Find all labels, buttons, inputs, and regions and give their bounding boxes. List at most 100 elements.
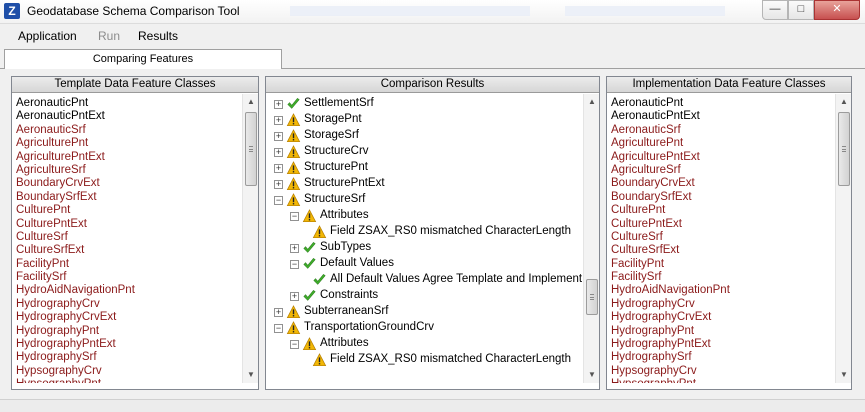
- list-item[interactable]: FacilitySrf: [611, 271, 835, 284]
- collapse-icon[interactable]: −: [290, 212, 299, 221]
- list-item[interactable]: HydrographyCrv: [16, 298, 242, 311]
- close-button[interactable]: ✕: [814, 0, 860, 20]
- template-list-box[interactable]: AeronauticPnt AeronauticPntExt AeronauticS…: [12, 94, 258, 389]
- list-item[interactable]: FacilityPnt: [611, 258, 835, 271]
- expand-icon[interactable]: +: [274, 132, 283, 141]
- list-item[interactable]: BoundaryCrvExt: [611, 177, 835, 190]
- list-item[interactable]: HydrographyCrv: [611, 298, 835, 311]
- list-item[interactable]: AgriculturePntExt: [16, 151, 242, 164]
- tree-node[interactable]: + StructurePnt: [272, 160, 582, 176]
- list-item[interactable]: AeronauticPnt: [611, 97, 835, 110]
- list-item[interactable]: AeronauticPntExt: [16, 110, 242, 123]
- implementation-list-box[interactable]: AeronauticPnt AeronauticPntExt AeronauticS…: [607, 94, 851, 389]
- expand-icon[interactable]: +: [274, 100, 283, 109]
- list-item[interactable]: AeronauticSrf: [16, 124, 242, 137]
- list-item[interactable]: AgricultureSrf: [16, 164, 242, 177]
- tree-node[interactable]: + StructurePntExt: [272, 176, 582, 192]
- scroll-up-arrow-icon[interactable]: ▲: [243, 94, 258, 110]
- list-item[interactable]: AgriculturePntExt: [611, 151, 835, 164]
- list-item[interactable]: CulturePnt: [16, 204, 242, 217]
- minimize-button[interactable]: —: [762, 0, 788, 20]
- list-item[interactable]: CulturePnt: [611, 204, 835, 217]
- list-item[interactable]: HydrographySrf: [611, 351, 835, 364]
- list-item[interactable]: BoundarySrfExt: [16, 191, 242, 204]
- expand-icon[interactable]: +: [274, 116, 283, 125]
- comparison-results-tree[interactable]: + SettlementSrf + StoragePnt + StorageSrf + Str…: [272, 96, 582, 383]
- scroll-down-arrow-icon[interactable]: ▼: [584, 367, 599, 383]
- list-item[interactable]: CultureSrfExt: [611, 244, 835, 257]
- tree-node[interactable]: All Default Values Agree Template and Im…: [272, 272, 582, 288]
- expand-icon[interactable]: +: [290, 244, 299, 253]
- tree-node[interactable]: + StructureCrv: [272, 144, 582, 160]
- list-item[interactable]: AeronauticSrf: [611, 124, 835, 137]
- comparison-tree-box[interactable]: + SettlementSrf + StoragePnt + StorageSrf + Str…: [266, 94, 599, 389]
- expand-icon[interactable]: +: [274, 164, 283, 173]
- list-item[interactable]: AeronauticPntExt: [611, 110, 835, 123]
- list-item[interactable]: BoundarySrfExt: [611, 191, 835, 204]
- expand-icon[interactable]: +: [290, 292, 299, 301]
- list-item[interactable]: BoundaryCrvExt: [16, 177, 242, 190]
- tree-node[interactable]: + Constraints: [272, 288, 582, 304]
- collapse-icon[interactable]: −: [290, 260, 299, 269]
- template-scrollbar[interactable]: ▲ ▼: [242, 94, 258, 383]
- list-item[interactable]: AeronauticPnt: [16, 97, 242, 110]
- tree-node[interactable]: Field ZSAX_RS0 mismatched CharacterLengt…: [272, 352, 582, 368]
- scroll-down-arrow-icon[interactable]: ▼: [243, 367, 258, 383]
- tree-node[interactable]: + SubterraneanSrf: [272, 304, 582, 320]
- menu-results[interactable]: Results: [138, 29, 178, 43]
- template-feature-list[interactable]: AeronauticPnt AeronauticPntExt AeronauticS…: [16, 97, 242, 383]
- tree-node[interactable]: − TransportationGroundCrv: [272, 320, 582, 336]
- implementation-feature-list[interactable]: AeronauticPnt AeronauticPntExt AeronauticS…: [611, 97, 835, 383]
- tree-node[interactable]: + StoragePnt: [272, 112, 582, 128]
- collapse-icon[interactable]: −: [274, 324, 283, 333]
- menu-application[interactable]: Application: [18, 29, 77, 43]
- list-item[interactable]: CulturePntExt: [16, 218, 242, 231]
- tree-node[interactable]: − Attributes: [272, 336, 582, 352]
- implementation-scrollbar[interactable]: ▲ ▼: [835, 94, 851, 383]
- scroll-up-arrow-icon[interactable]: ▲: [584, 94, 599, 110]
- tab-comparing-features[interactable]: Comparing Features: [4, 49, 282, 69]
- tree-node[interactable]: + SubTypes: [272, 240, 582, 256]
- list-item[interactable]: CultureSrf: [16, 231, 242, 244]
- list-item[interactable]: HydrographyCrvExt: [611, 311, 835, 324]
- menu-run[interactable]: Run: [98, 29, 120, 43]
- tree-node[interactable]: + StorageSrf: [272, 128, 582, 144]
- list-item[interactable]: CultureSrfExt: [16, 244, 242, 257]
- list-item[interactable]: HydrographyPntExt: [611, 338, 835, 351]
- list-item[interactable]: HydrographyPntExt: [16, 338, 242, 351]
- scroll-thumb[interactable]: [586, 279, 598, 315]
- list-item[interactable]: HydrographySrf: [16, 351, 242, 364]
- list-item[interactable]: CulturePntExt: [611, 218, 835, 231]
- list-item[interactable]: FacilityPnt: [16, 258, 242, 271]
- expand-icon[interactable]: +: [274, 308, 283, 317]
- scroll-thumb[interactable]: [245, 112, 257, 186]
- collapse-icon[interactable]: −: [274, 196, 283, 205]
- tree-node[interactable]: − StructureSrf: [272, 192, 582, 208]
- list-item[interactable]: FacilitySrf: [16, 271, 242, 284]
- expand-icon[interactable]: +: [274, 148, 283, 157]
- list-item[interactable]: AgricultureSrf: [611, 164, 835, 177]
- list-item[interactable]: HydroAidNavigationPnt: [611, 284, 835, 297]
- maximize-button[interactable]: □: [788, 0, 814, 20]
- list-item[interactable]: HydrographyPnt: [611, 325, 835, 338]
- expand-icon[interactable]: +: [274, 180, 283, 189]
- tree-node[interactable]: − Attributes: [272, 208, 582, 224]
- tree-node[interactable]: − Default Values: [272, 256, 582, 272]
- list-item[interactable]: HydroAidNavigationPnt: [16, 284, 242, 297]
- collapse-icon[interactable]: −: [290, 340, 299, 349]
- tree-node[interactable]: Field ZSAX_RS0 mismatched CharacterLengt…: [272, 224, 582, 240]
- list-item[interactable]: AgriculturePnt: [611, 137, 835, 150]
- scroll-thumb[interactable]: [838, 112, 850, 186]
- tree-node[interactable]: + SettlementSrf: [272, 96, 582, 112]
- scroll-up-arrow-icon[interactable]: ▲: [836, 94, 851, 110]
- list-item[interactable]: AgriculturePnt: [16, 137, 242, 150]
- scroll-down-arrow-icon[interactable]: ▼: [836, 367, 851, 383]
- list-item[interactable]: HypsographyPnt: [611, 378, 835, 383]
- list-item[interactable]: HypsographyCrv: [16, 365, 242, 378]
- list-item[interactable]: HypsographyCrv: [611, 365, 835, 378]
- list-item[interactable]: HypsographyPnt: [16, 378, 242, 383]
- list-item[interactable]: CultureSrf: [611, 231, 835, 244]
- comparison-scrollbar[interactable]: ▲ ▼: [583, 94, 599, 383]
- list-item[interactable]: HydrographyPnt: [16, 325, 242, 338]
- list-item[interactable]: HydrographyCrvExt: [16, 311, 242, 324]
